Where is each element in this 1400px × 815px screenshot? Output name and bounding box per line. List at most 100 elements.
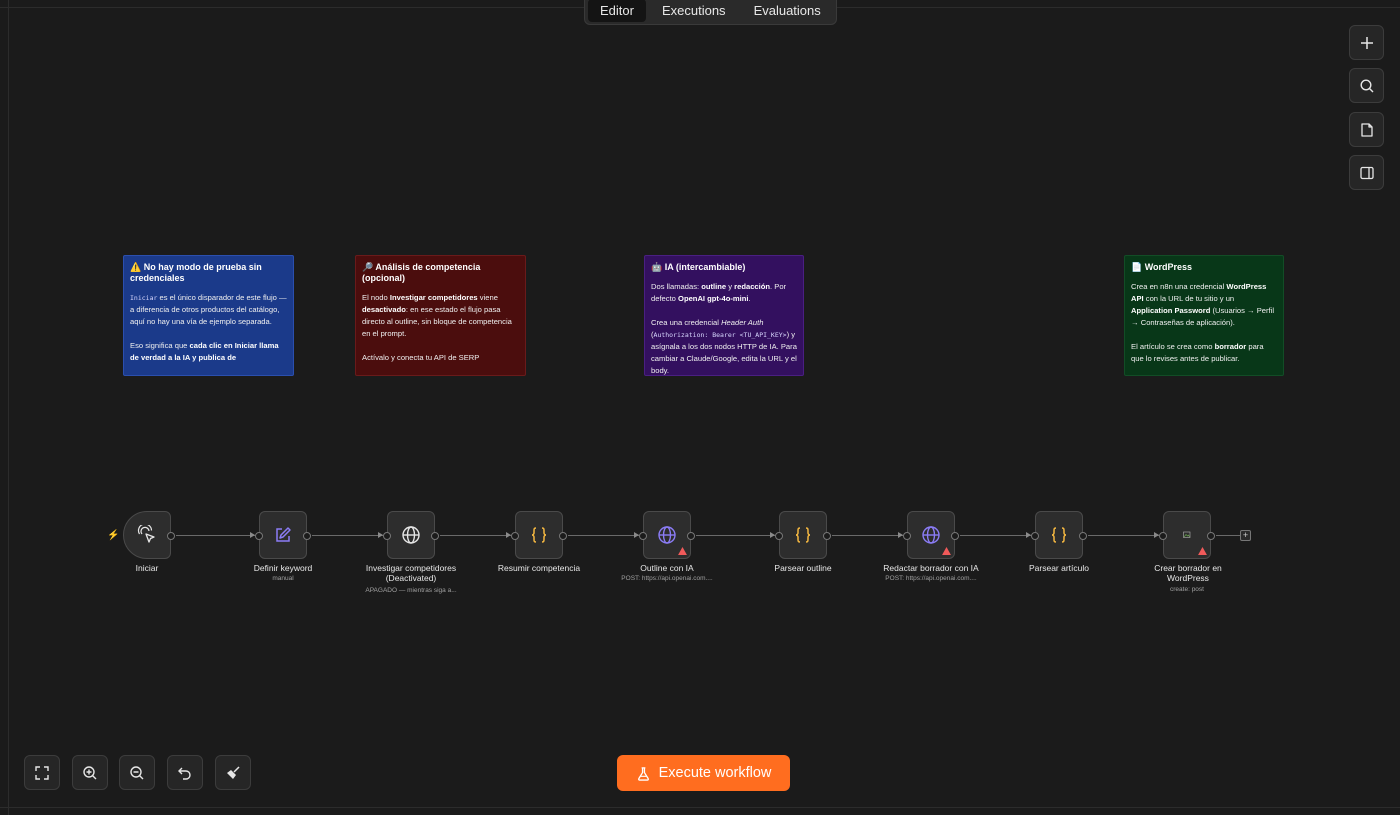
add-sticky-button[interactable] xyxy=(1349,112,1384,147)
warning-icon xyxy=(678,547,687,555)
sticky-note-competencia[interactable]: 🔎 Análisis de competencia (opcional) El … xyxy=(355,255,526,376)
node-redactar-borrador[interactable] xyxy=(903,511,959,559)
node-label: Redactar borrador con IA xyxy=(883,563,979,573)
node-label: Outline con IA xyxy=(640,563,694,573)
node-investigar-competidores[interactable] xyxy=(383,511,439,559)
trigger-bolt-icon: ⚡ xyxy=(107,530,120,541)
sticky-text: Actívalo y conecta tu API de SERP xyxy=(362,353,480,362)
sticky-title: 🔎 Análisis de competencia (opcional) xyxy=(362,262,481,283)
node-definir-keyword[interactable] xyxy=(255,511,311,559)
fit-view-button[interactable] xyxy=(24,755,60,790)
sticky-bold: Application Password xyxy=(1131,306,1211,315)
output-port[interactable] xyxy=(431,532,439,540)
sticky-note-ia[interactable]: 🤖 IA (intercambiable) Dos llamadas: outl… xyxy=(644,255,804,376)
output-port[interactable] xyxy=(1207,532,1215,540)
canvas-left-border xyxy=(8,0,9,815)
inline-code: Iniciar xyxy=(130,294,158,302)
undo-icon xyxy=(178,767,191,780)
code-braces-icon xyxy=(1051,527,1067,543)
sticky-text: viene xyxy=(477,293,498,302)
node-label: Iniciar xyxy=(135,563,159,573)
connection[interactable] xyxy=(440,535,511,536)
node-label: Crear borrador en WordPress xyxy=(1154,563,1222,583)
node-outline-con-ia[interactable] xyxy=(639,511,695,559)
node-subtitle: APAGADO — mientras siga a... xyxy=(365,587,457,594)
search-nodes-button[interactable] xyxy=(1349,68,1384,103)
add-next-node-button[interactable]: + xyxy=(1240,530,1251,541)
globe-icon xyxy=(922,526,940,544)
connection[interactable] xyxy=(832,535,903,536)
sticky-note-no-test-mode[interactable]: ⚠️ No hay modo de prueba sin credenciale… xyxy=(123,255,294,376)
input-port[interactable] xyxy=(639,532,647,540)
zoom-in-button[interactable] xyxy=(72,755,108,790)
zoom-out-button[interactable] xyxy=(119,755,155,790)
input-port[interactable] xyxy=(775,532,783,540)
search-icon xyxy=(1359,78,1373,92)
output-port[interactable] xyxy=(559,532,567,540)
sticky-text: Eso significa que xyxy=(130,341,190,350)
input-port[interactable] xyxy=(1159,532,1167,540)
sticky-bold: OpenAI gpt-4o-mini xyxy=(678,294,749,303)
execute-workflow-button[interactable]: Execute workflow xyxy=(617,755,790,791)
input-port[interactable] xyxy=(1031,532,1039,540)
connection[interactable] xyxy=(176,535,255,536)
sticky-title: 📄 WordPress xyxy=(1131,262,1193,272)
sticky-text: con la URL de tu sitio y un xyxy=(1143,294,1235,303)
edit-icon xyxy=(276,527,291,542)
sticky-italic: Header Auth xyxy=(721,318,764,327)
zoom-in-icon xyxy=(83,765,97,779)
node-label: Resumir competencia xyxy=(497,563,581,573)
connection[interactable] xyxy=(312,535,383,536)
connection[interactable] xyxy=(568,535,639,536)
node-iniciar[interactable] xyxy=(123,511,175,559)
fit-view-icon xyxy=(35,765,49,780)
tab-evaluations[interactable]: Evaluations xyxy=(742,0,833,22)
input-port[interactable] xyxy=(383,532,391,540)
tab-executions[interactable]: Executions xyxy=(650,0,738,22)
output-port[interactable] xyxy=(951,532,959,540)
output-port[interactable] xyxy=(687,532,695,540)
plus-icon xyxy=(1360,36,1373,49)
cursor-click-icon xyxy=(137,525,155,543)
output-port[interactable] xyxy=(823,532,831,540)
tab-editor[interactable]: Editor xyxy=(588,0,646,22)
sticky-text: y xyxy=(726,282,735,291)
node-label: Parsear outline xyxy=(774,563,832,573)
connection[interactable] xyxy=(1088,535,1159,536)
toggle-side-panel-button[interactable] xyxy=(1349,155,1384,190)
node-parsear-outline[interactable] xyxy=(775,511,831,559)
connection[interactable] xyxy=(1216,535,1240,536)
input-port[interactable] xyxy=(255,532,263,540)
undo-button[interactable] xyxy=(167,755,203,790)
sticky-text: Crea en n8n una credencial xyxy=(1131,282,1227,291)
input-port[interactable] xyxy=(511,532,519,540)
node-subtitle: POST: https://api.openai.com.... xyxy=(885,575,977,582)
sticky-bold: desactivado xyxy=(362,305,406,314)
tidy-up-button[interactable] xyxy=(215,755,251,790)
node-label: Investigar competidores (Deactivated) xyxy=(365,563,457,583)
output-port[interactable] xyxy=(1079,532,1087,540)
add-node-button[interactable] xyxy=(1349,25,1384,60)
connection[interactable] xyxy=(696,535,775,536)
globe-icon xyxy=(402,526,420,544)
view-tabs: Editor Executions Evaluations xyxy=(584,0,837,25)
inline-code: Authorization: Bearer <TU_API_KEY> xyxy=(653,331,787,339)
node-resumir-competencia[interactable] xyxy=(511,511,567,559)
output-port[interactable] xyxy=(303,532,311,540)
node-subtitle: manual xyxy=(272,575,294,582)
sticky-text: Dos llamadas: xyxy=(651,282,702,291)
sticky-title: ⚠️ No hay modo de prueba sin credenciale… xyxy=(130,262,262,283)
node-crear-borrador-wordpress[interactable] xyxy=(1159,511,1215,559)
connection[interactable] xyxy=(960,535,1031,536)
output-port[interactable] xyxy=(167,532,175,540)
sticky-note-wordpress[interactable]: 📄 WordPress Crea en n8n una credencial W… xyxy=(1124,255,1284,376)
sticky-bold: borrador xyxy=(1214,342,1247,351)
side-panel-icon xyxy=(1359,166,1374,179)
node-subtitle: create: post xyxy=(1170,586,1204,593)
input-port[interactable] xyxy=(903,532,911,540)
node-parsear-articulo[interactable] xyxy=(1031,511,1087,559)
workflow-canvas[interactable]: Editor Executions Evaluations ⚠️ No hay … xyxy=(0,0,1400,815)
node-label: Parsear artículo xyxy=(1029,563,1089,573)
broom-icon xyxy=(227,765,240,779)
sticky-text: El nodo xyxy=(362,293,390,302)
